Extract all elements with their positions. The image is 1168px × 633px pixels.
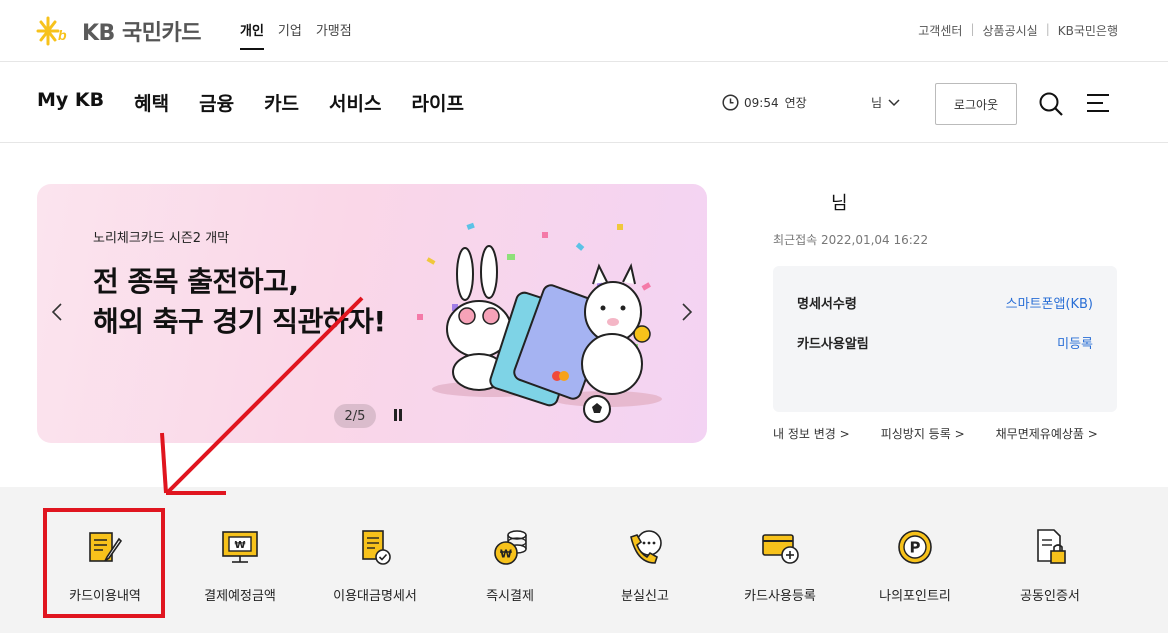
gnb-card[interactable]: 카드 — [264, 89, 299, 116]
svg-text:₩: ₩ — [234, 540, 245, 551]
monitor-won-icon: ₩ — [222, 531, 258, 563]
point-icon: P — [898, 530, 932, 564]
statement-value-link[interactable]: 스마트폰앱(KB) — [1006, 293, 1093, 312]
quick-instant-payment[interactable]: ₩ 즉시결제 — [440, 487, 580, 633]
certificate-lock-icon — [1037, 529, 1066, 564]
quick-label: 이용대금명세서 — [333, 589, 417, 604]
chevron-right-icon — [682, 303, 693, 321]
tab-personal[interactable]: 개인 — [240, 20, 264, 50]
clock-icon — [722, 94, 739, 111]
svg-text:₩: ₩ — [500, 548, 512, 561]
banner-subtitle: 노리체크카드 시즌2 개막 — [93, 231, 230, 246]
annotation-highlight-box — [43, 508, 165, 618]
gnb-finance[interactable]: 금융 — [199, 89, 234, 116]
logo-abbr: KB — [82, 21, 115, 46]
card-plus-icon — [762, 534, 799, 564]
pause-icon — [399, 409, 402, 421]
phone-call-icon — [630, 530, 662, 564]
session-time: 09:54 — [744, 95, 779, 110]
account-settings-box: 명세서수령 스마트폰앱(KB) 카드사용알림 미등록 — [773, 266, 1117, 412]
top-bar: b KB 국민카드 개인 기업 가맹점 고객센터 | 상품공시실 | KB국민은… — [0, 0, 1168, 62]
banner-title: 전 종목 출전하고, 해외 축구 경기 직관하자! — [93, 262, 386, 342]
card-alert-value-link[interactable]: 미등록 — [1057, 333, 1093, 352]
coin-stack-icon: ₩ — [494, 530, 527, 565]
account-name: 님 — [831, 193, 848, 214]
session-extend-button[interactable]: 연장 — [785, 94, 807, 111]
banner-next-button[interactable] — [681, 302, 693, 328]
banner-pause-button[interactable] — [392, 409, 404, 423]
quick-certificate[interactable]: 공동인증서 — [980, 487, 1120, 633]
link-phishing-protection[interactable]: 피싱방지 등록 > — [881, 425, 965, 442]
statement-check-icon — [362, 530, 391, 565]
statement-label: 명세서수령 — [797, 297, 857, 312]
quick-my-point[interactable]: P 나의포인트리 — [845, 487, 985, 633]
account-links: 내 정보 변경 > 피싱방지 등록 > 채무면제유예상품 > — [773, 425, 1129, 442]
card-alert-label: 카드사용알림 — [797, 337, 869, 352]
quick-lost-report[interactable]: 분실신고 — [575, 487, 715, 633]
link-kb-bank[interactable]: KB국민은행 — [1058, 22, 1118, 39]
svg-text:P: P — [910, 539, 921, 557]
utility-links: 고객센터 | 상품공시실 | KB국민은행 — [918, 22, 1118, 39]
promo-banner[interactable]: 노리체크카드 시즌2 개막 전 종목 출전하고, 해외 축구 경기 직관하자! — [37, 184, 707, 443]
banner-prev-button[interactable] — [51, 302, 63, 328]
kb-star-icon: b — [36, 16, 67, 46]
link-product-disclosure[interactable]: 상품공시실 — [982, 22, 1037, 39]
alpaca-character — [581, 263, 651, 395]
tab-merchant[interactable]: 가맹점 — [316, 20, 352, 50]
banner-title-line: 해외 축구 경기 직관하자! — [93, 305, 386, 338]
gnb-benefits[interactable]: 혜택 — [134, 89, 169, 116]
quick-label: 분실신고 — [621, 589, 669, 604]
quick-menu: 카드이용내역 ₩ 결제예정금액 이용대금명세서 ₩ 즉시결제 분실신고 카드사용… — [0, 487, 1168, 633]
search-icon[interactable] — [1038, 91, 1064, 117]
chevron-down-icon — [888, 98, 900, 106]
quick-statement[interactable]: 이용대금명세서 — [305, 487, 445, 633]
quick-label: 즉시결제 — [486, 589, 534, 604]
quick-payment-scheduled[interactable]: ₩ 결제예정금액 — [170, 487, 310, 633]
gnb-my-kb[interactable]: My KB — [37, 89, 104, 116]
quick-card-register[interactable]: 카드사용등록 — [710, 487, 850, 633]
banner-illustration — [417, 222, 662, 423]
logout-button[interactable]: 로그아웃 — [935, 83, 1017, 125]
chevron-left-icon — [51, 303, 62, 321]
last-login: 최근접속 2022,01,04 16:22 — [773, 233, 929, 247]
quick-label: 나의포인트리 — [879, 589, 951, 604]
segment-tabs: 개인 기업 가맹점 — [240, 20, 352, 50]
statement-row: 명세서수령 스마트폰앱(KB) — [797, 293, 1093, 312]
tab-corporate[interactable]: 기업 — [278, 20, 302, 50]
soccer-ball — [583, 395, 611, 423]
divider: | — [970, 22, 975, 36]
quick-label: 결제예정금액 — [204, 589, 276, 604]
quick-label: 공동인증서 — [1020, 589, 1080, 604]
link-edit-profile[interactable]: 내 정보 변경 > — [773, 425, 850, 442]
gnb-life[interactable]: 라이프 — [411, 89, 463, 116]
banner-counter: 2/5 — [334, 404, 376, 428]
user-name: 님 — [871, 96, 883, 110]
kb-card-home: b KB 국민카드 개인 기업 가맹점 고객센터 | 상품공시실 | KB국민은… — [0, 0, 1168, 633]
link-customer-center[interactable]: 고객센터 — [918, 22, 962, 39]
gnb-menu: My KB 혜택 금융 카드 서비스 라이프 — [37, 89, 494, 116]
hamburger-menu-icon[interactable] — [1085, 92, 1111, 114]
session-timer: 09:54 연장 — [722, 94, 807, 111]
svg-text:b: b — [58, 27, 67, 43]
quick-label: 카드사용등록 — [744, 589, 816, 604]
gnb-service[interactable]: 서비스 — [329, 89, 381, 116]
logo-name: 국민카드 — [122, 21, 201, 46]
user-menu[interactable]: 님 — [871, 94, 900, 111]
kb-logo[interactable]: b KB 국민카드 — [36, 14, 201, 48]
card-alert-row: 카드사용알림 미등록 — [797, 333, 1093, 352]
pause-icon — [394, 409, 397, 421]
link-debt-exemption[interactable]: 채무면제유예상품 > — [996, 425, 1098, 442]
banner-title-line: 전 종목 출전하고, — [93, 265, 299, 298]
main-navigation: My KB 혜택 금융 카드 서비스 라이프 09:54 연장 님 로그아웃 — [0, 63, 1168, 143]
divider: | — [1045, 22, 1050, 36]
